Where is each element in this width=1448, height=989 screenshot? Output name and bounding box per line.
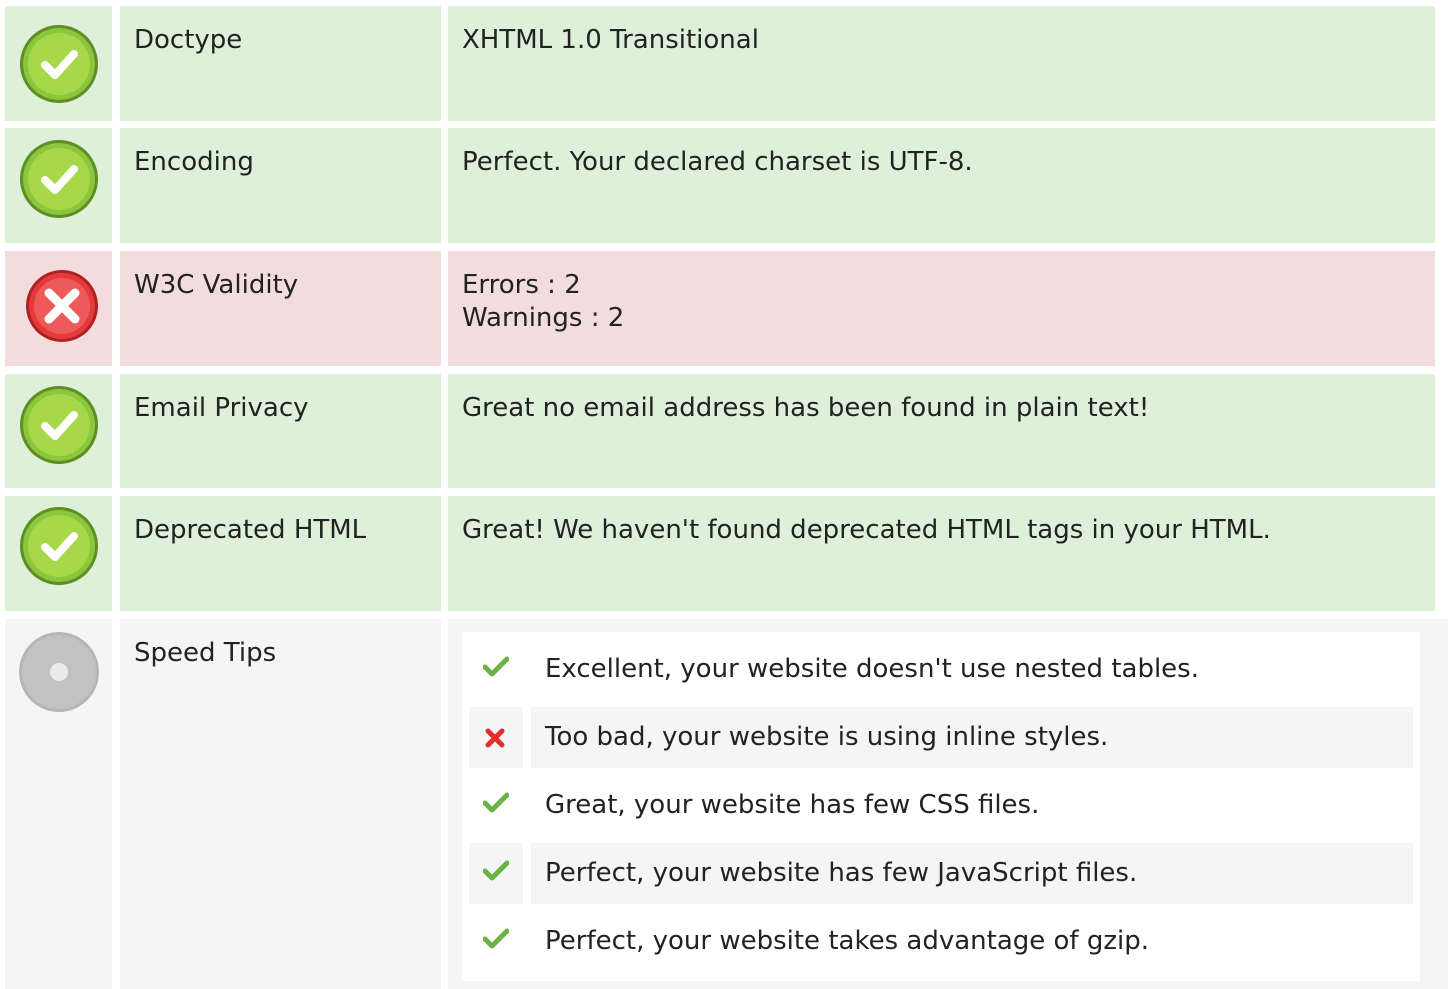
- checkmark-icon: [483, 792, 509, 813]
- check-value-cell: Great! We haven't found deprecated HTML …: [448, 496, 1435, 611]
- tip-status: [469, 911, 523, 972]
- check-label: Deprecated HTML: [134, 515, 367, 545]
- check-label: Doctype: [134, 25, 243, 55]
- check-label-cell: Speed Tips: [120, 619, 441, 989]
- cross-circle-icon: [26, 270, 98, 342]
- tip-text: Excellent, your website doesn't use nest…: [545, 654, 1199, 684]
- check-value-warnings: Warnings : 2: [462, 303, 625, 333]
- check-circle-icon: [20, 25, 98, 103]
- cross-icon: [485, 728, 505, 748]
- speed-tip-item: Perfect, your website has few JavaScript…: [469, 843, 1413, 904]
- tip-text-cell: Perfect, your website has few JavaScript…: [531, 843, 1413, 904]
- check-label: W3C Validity: [134, 270, 299, 300]
- check-value-cell: Great no email address has been found in…: [448, 374, 1435, 488]
- tip-status: [469, 775, 523, 836]
- tip-text: Perfect, your website takes advantage of…: [545, 926, 1149, 956]
- status-cell: [5, 6, 112, 121]
- tip-text-cell: Great, your website has few CSS files.: [531, 775, 1413, 836]
- check-value: XHTML 1.0 Transitional: [462, 25, 759, 55]
- tip-status: [469, 639, 523, 700]
- check-label-cell: Email Privacy: [120, 374, 441, 488]
- speed-tip-item: Excellent, your website doesn't use nest…: [469, 639, 1413, 700]
- tip-text-cell: Excellent, your website doesn't use nest…: [531, 639, 1413, 700]
- status-cell: [5, 374, 112, 488]
- status-cell: [5, 251, 112, 366]
- check-value: Great! We haven't found deprecated HTML …: [462, 515, 1271, 545]
- check-label-cell: Doctype: [120, 6, 441, 121]
- check-value-cell: Perfect. Your declared charset is UTF-8.: [448, 128, 1435, 243]
- check-value-cell: XHTML 1.0 Transitional: [448, 6, 1435, 121]
- check-label: Speed Tips: [134, 638, 277, 668]
- check-label-cell: Encoding: [120, 128, 441, 243]
- check-label-cell: W3C Validity: [120, 251, 441, 366]
- tip-status: [469, 707, 523, 768]
- check-label: Encoding: [134, 147, 254, 177]
- tip-text: Too bad, your website is using inline st…: [545, 722, 1109, 752]
- status-cell: [5, 496, 112, 611]
- checkmark-icon: [483, 656, 509, 677]
- check-row-doctype: Doctype XHTML 1.0 Transitional: [0, 6, 1448, 121]
- check-row-w3c-validity: W3C Validity Errors : 2 Warnings : 2: [0, 251, 1448, 366]
- check-row-deprecated-html: Deprecated HTML Great! We haven't found …: [0, 496, 1448, 611]
- tip-text-cell: Perfect, your website takes advantage of…: [531, 911, 1413, 972]
- tip-text: Great, your website has few CSS files.: [545, 790, 1040, 820]
- speed-tip-item: Perfect, your website takes advantage of…: [469, 911, 1413, 972]
- check-label-cell: Deprecated HTML: [120, 496, 441, 611]
- tip-text: Perfect, your website has few JavaScript…: [545, 858, 1138, 888]
- check-label: Email Privacy: [134, 393, 309, 423]
- speed-tips-cell: Excellent, your website doesn't use nest…: [448, 619, 1448, 989]
- speed-tips-list: Excellent, your website doesn't use nest…: [462, 632, 1420, 981]
- check-circle-icon: [20, 507, 98, 585]
- neutral-circle-icon: [19, 632, 99, 712]
- check-row-speed-tips: Speed Tips Excellent, your website doesn…: [0, 619, 1448, 989]
- speed-tip-item: Great, your website has few CSS files.: [469, 775, 1413, 836]
- check-row-encoding: Encoding Perfect. Your declared charset …: [0, 128, 1448, 243]
- check-row-email-privacy: Email Privacy Great no email address has…: [0, 374, 1448, 488]
- check-value: Perfect. Your declared charset is UTF-8.: [462, 147, 973, 177]
- check-value: Great no email address has been found in…: [462, 393, 1150, 423]
- check-value-cell: Errors : 2 Warnings : 2: [448, 251, 1435, 366]
- checkmark-icon: [483, 860, 509, 881]
- check-value-errors: Errors : 2: [462, 270, 581, 300]
- check-circle-icon: [20, 386, 98, 464]
- tip-text-cell: Too bad, your website is using inline st…: [531, 707, 1413, 768]
- checkmark-icon: [483, 928, 509, 949]
- status-cell: [5, 619, 112, 989]
- tip-status: [469, 843, 523, 904]
- status-cell: [5, 128, 112, 243]
- check-circle-icon: [20, 140, 98, 218]
- speed-tip-item: Too bad, your website is using inline st…: [469, 707, 1413, 768]
